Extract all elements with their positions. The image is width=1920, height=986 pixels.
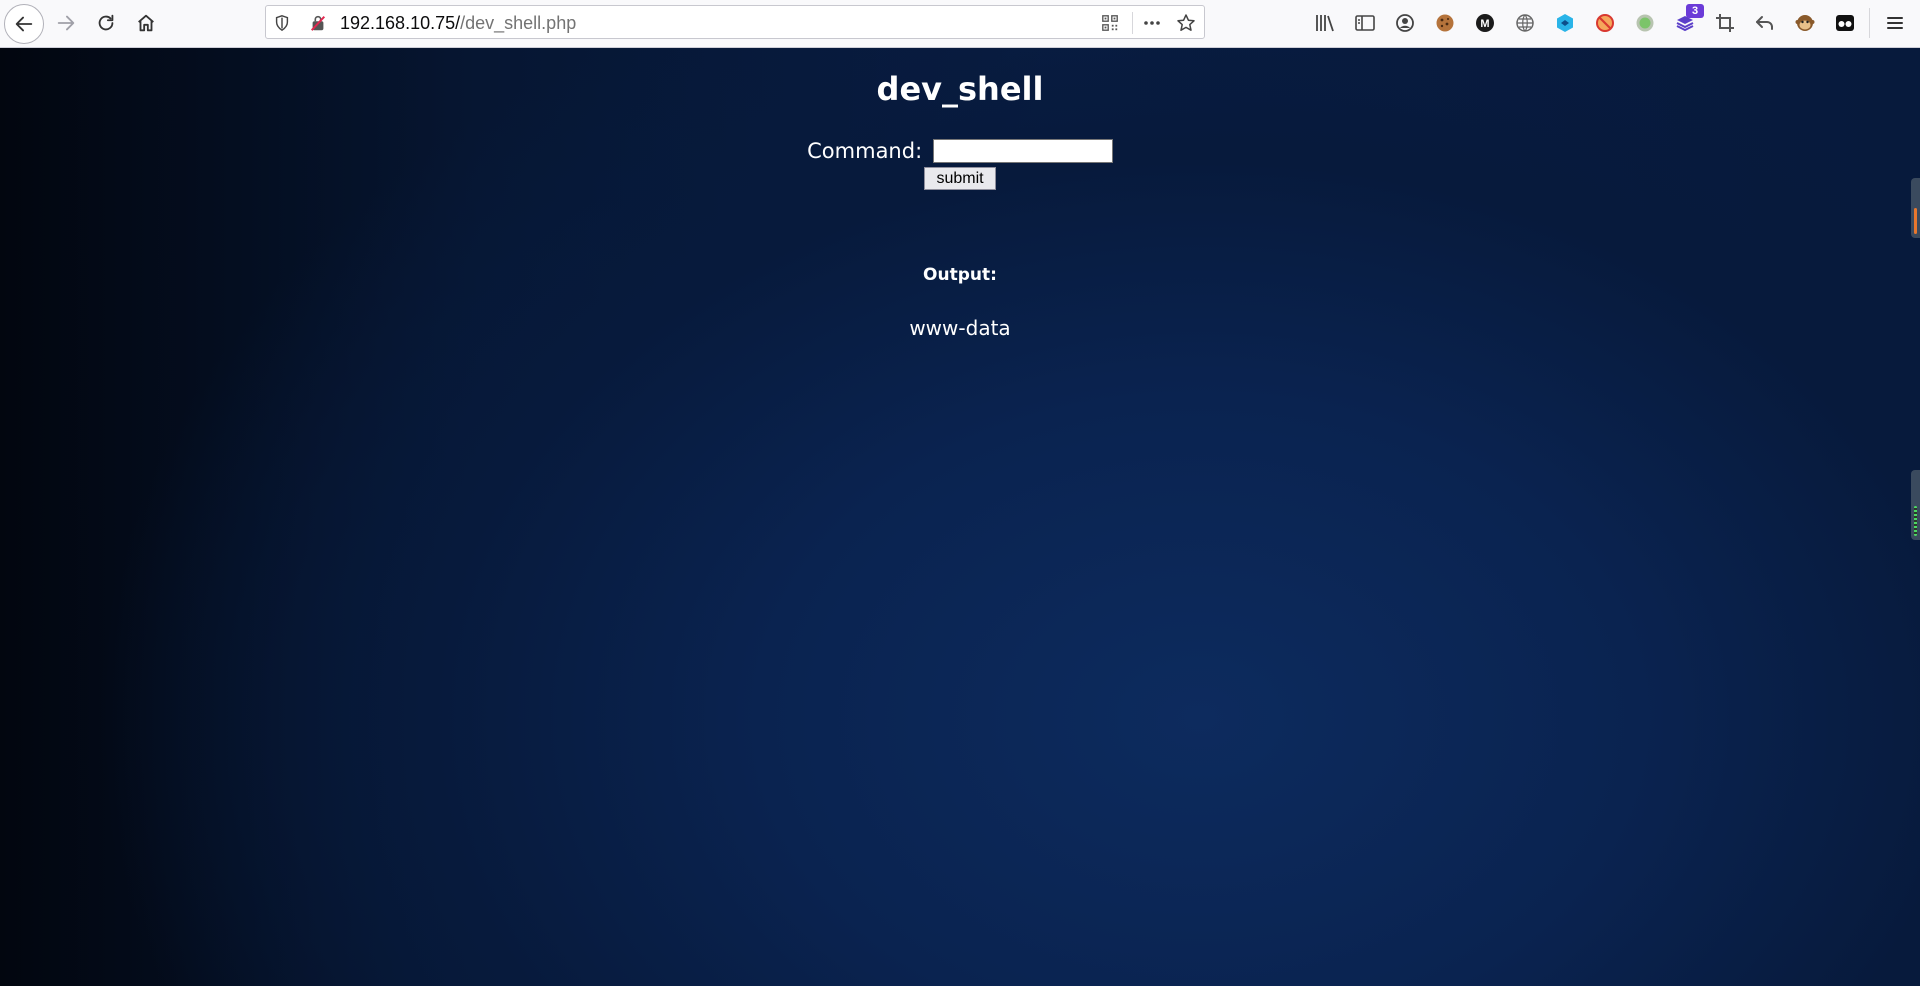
side-panel-handle-top[interactable] — [1911, 178, 1920, 238]
submit-button[interactable]: submit — [924, 167, 996, 190]
url-text[interactable]: 192.168.10.75//dev_shell.php — [340, 12, 576, 34]
side-indicator-green — [1914, 506, 1917, 536]
library-icon[interactable] — [1313, 11, 1337, 35]
stack-badge: 3 — [1686, 4, 1704, 18]
m-extension-icon[interactable]: M — [1473, 11, 1497, 35]
green-circle-icon[interactable] — [1633, 11, 1657, 35]
monkey-icon[interactable] — [1793, 11, 1817, 35]
stack-extension-icon[interactable]: 3 — [1673, 4, 1704, 35]
glasses-icon[interactable] — [1833, 11, 1857, 35]
wappalyzer-icon[interactable] — [1553, 11, 1577, 35]
command-input[interactable] — [932, 139, 1113, 163]
forward-button[interactable] — [48, 5, 84, 41]
command-form: Command: — [0, 138, 1920, 163]
insecure-lock-icon[interactable] — [308, 13, 328, 33]
home-button[interactable] — [128, 5, 164, 41]
url-path: /dev_shell.php — [460, 13, 577, 33]
svg-text:M: M — [1480, 18, 1489, 30]
bookmark-star-icon[interactable] — [1176, 13, 1196, 33]
crop-icon[interactable] — [1713, 11, 1737, 35]
forward-icon — [57, 15, 75, 31]
url-host: 192.168.10.75/ — [340, 13, 461, 33]
block-icon[interactable] — [1593, 11, 1617, 35]
account-icon[interactable] — [1393, 11, 1417, 35]
hamburger-menu-icon[interactable] — [1883, 11, 1907, 35]
globe-icon[interactable] — [1513, 11, 1537, 35]
submit-row: submit — [0, 167, 1920, 190]
undo-icon[interactable] — [1753, 11, 1777, 35]
reload-button[interactable] — [88, 5, 124, 41]
browser-toolbar: 192.168.10.75//dev_shell.php M 3 — [0, 0, 1920, 48]
command-label: Command: — [807, 139, 923, 163]
page-actions-icon[interactable] — [1142, 13, 1162, 33]
back-icon — [15, 16, 33, 32]
side-indicator-orange — [1914, 208, 1917, 234]
home-icon — [138, 14, 154, 32]
side-panel-handle-bottom[interactable] — [1911, 470, 1920, 540]
toolbar-separator — [1869, 8, 1870, 38]
output-label: Output: — [923, 265, 997, 285]
urlbar-divider — [1132, 12, 1133, 34]
cookie-icon[interactable] — [1433, 11, 1457, 35]
output-value: www-data — [909, 316, 1011, 340]
url-bar[interactable]: 192.168.10.75//dev_shell.php — [265, 5, 1205, 39]
page-title: dev_shell — [876, 70, 1044, 108]
tracking-shield-icon[interactable] — [272, 13, 292, 33]
sidebar-icon[interactable] — [1353, 11, 1377, 35]
back-button[interactable] — [4, 4, 44, 44]
qr-code-icon[interactable] — [1100, 13, 1120, 33]
page-viewport: dev_shell Command: submit Output: www-da… — [0, 48, 1920, 986]
reload-icon — [98, 14, 114, 31]
